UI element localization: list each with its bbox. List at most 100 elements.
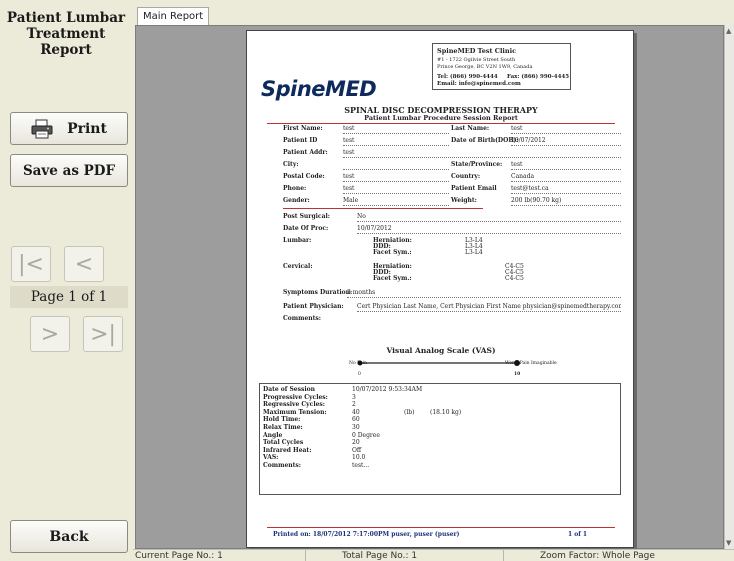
title-rule [267,123,615,124]
back-button[interactable]: Back [10,520,128,553]
vas-value-marker [514,360,520,366]
phone-value: test [343,185,355,192]
field-underline [343,181,449,182]
tension-kg: (18.10 kg) [430,409,462,416]
patient-address-label: Patient Addr: [283,149,328,156]
session-field-value: 60 [352,416,360,424]
save-as-pdf-button[interactable]: Save as PDF [10,154,128,187]
session-field-value: 30 [352,424,360,431]
postal-code-value: test [343,173,355,180]
session-field-label: Total Cycles [263,439,304,447]
scroll-up-icon[interactable]: ▲ [726,27,731,35]
patient-email-label: Patient Email [451,185,497,192]
last-page-button[interactable]: >| [83,316,123,352]
footer-rule [267,527,615,528]
session-field-value: Off [352,446,362,454]
field-underline [343,193,449,194]
session-field-label: Maximum Tension: [263,408,327,416]
session-field-value: 40 [352,408,360,416]
session-field-label: Relax Time: [263,424,303,431]
first-name-value: test [343,125,355,132]
session-field-value: 20 [352,439,360,447]
field-underline [343,205,449,206]
postal-code-label: Postal Code: [283,173,325,180]
session-field-value: 0 Degree [352,431,380,439]
symptoms-duration-value: 3 months [347,289,376,296]
session-field-value: 2 [352,401,356,409]
patient-email-value: test@test.ca [511,185,549,192]
weight-label: Weight: [451,197,477,204]
country-value: Canada [511,173,535,180]
session-details-box: Date of Session Progressive Cycles: Regres… [259,383,621,495]
status-divider [503,550,504,561]
cervical-facet-value: C4-C5 [505,275,524,282]
logo-text: SpineMED [261,77,377,101]
lumbar-label: Lumbar: [283,237,312,244]
vertical-scrollbar[interactable]: ▲ ▼ [724,25,734,549]
session-field-value: test... [352,462,370,469]
spinemed-logo: SpineMED [261,77,377,101]
section-rule [283,208,483,209]
session-field-label: Date of Session [263,386,315,393]
left-panel: Patient Lumbar Treatment Report Print Sa… [0,0,133,561]
post-surgical-label: Post Surgical: [283,213,330,220]
clinic-info-box: SpineMED Test Clinic #1 - 1722 Ogilvie S… [432,43,571,90]
tab-main-report[interactable]: Main Report [137,7,210,25]
session-field-label: Comments: [263,462,302,469]
session-field-value: 10.0 [352,454,366,462]
session-field-label: Hold Time: [263,416,301,424]
status-divider [305,550,306,561]
first-page-button[interactable]: |< [11,246,51,282]
clinic-address-1: #1 - 1722 Ogilvie Street South [437,57,516,63]
last-name-value: test [511,125,523,132]
field-underline [511,133,621,134]
patient-address-value: test [343,149,355,156]
post-surgical-value: No [357,213,366,220]
current-page-status: Current Page No.: 1 [135,551,223,561]
clinic-name: SpineMED Test Clinic [437,47,517,55]
field-underline [511,181,621,182]
session-field-label: Regressive Cycles: [263,401,326,409]
clinic-fax: Fax: (866) 990-4445 [507,74,570,80]
field-underline [511,169,621,170]
dob-label: Date of Birth(DOB): [451,137,519,144]
footer-page-number: 1 of 1 [568,531,588,538]
state-value: test [511,161,523,168]
printed-on: Printed on: 18/07/2012 7:17:00PM puser, … [273,531,460,538]
session-field-value: 10/07/2012 9:53:34AM [352,386,423,393]
session-field-label: VAS: [263,454,279,462]
clinic-address-2: Prince George, BC V2N 1W9, Canada [437,64,533,70]
print-button[interactable]: Print [10,112,128,145]
previous-page-button[interactable]: < [64,246,104,282]
field-underline [511,145,621,146]
gender-value: Male [343,197,359,204]
app-title: Patient Lumbar Treatment Report [6,10,126,58]
next-page-button[interactable]: > [30,316,70,352]
vas-min-value: 0 [358,372,361,377]
field-underline [343,133,449,134]
report-viewer: Main Report SpineMED Test Clinic #1 - 17… [133,0,734,561]
physician-value: Cert Physician Last Name, Cert Physician… [357,303,621,310]
field-underline [343,169,449,170]
field-underline [511,205,621,206]
session-field-value: 3 [352,393,356,401]
session-field-label: Progressive Cycles: [263,393,328,401]
report-subtitle: Patient Lumbar Procedure Session Report [364,114,518,122]
status-bar: Current Page No.: 1 Total Page No.: 1 Zo… [133,549,734,561]
field-underline [343,145,449,146]
state-label: State/Province: [451,161,503,168]
lumbar-facet-value: L3-L4 [465,249,483,256]
page-indicator: Page 1 of 1 [10,286,128,308]
patient-id-value: test [343,137,355,144]
cervical-facet-label: Facet Sym.: [373,275,412,282]
scroll-down-icon[interactable]: ▼ [726,539,731,547]
clinic-email: Email: info@spinemed.com [437,81,521,87]
lumbar-facet-label: Facet Sym.: [373,249,412,256]
zoom-status: Zoom Factor: Whole Page [540,551,655,561]
vas-scale [357,360,520,366]
last-name-label: Last Name: [451,125,490,132]
symptoms-duration-label: Symptoms Duration: [283,289,353,296]
field-underline [357,311,621,312]
report-canvas[interactable]: SpineMED Test Clinic #1 - 1722 Ogilvie S… [135,25,724,549]
weight-value: 200 lb(90.70 kg) [511,197,562,204]
